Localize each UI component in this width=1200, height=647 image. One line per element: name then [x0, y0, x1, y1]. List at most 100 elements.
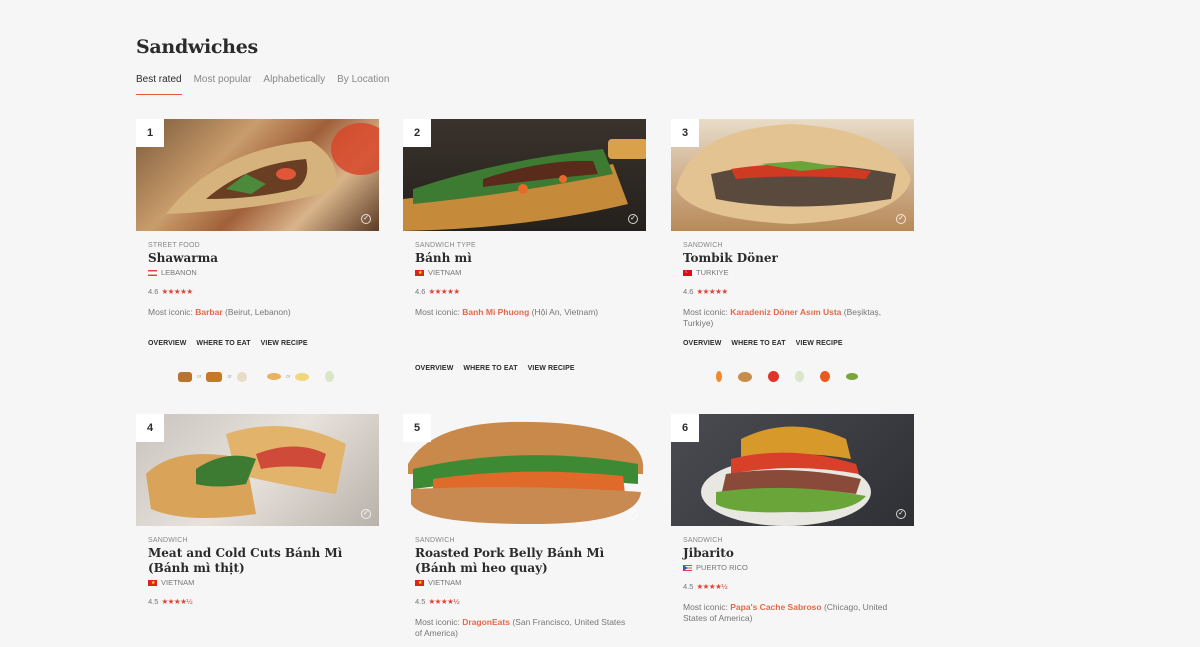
view-recipe-link[interactable]: VIEW RECIPE	[796, 340, 843, 347]
pickle-icon[interactable]	[846, 373, 858, 380]
check-icon[interactable]: ✓	[361, 509, 371, 519]
overview-link[interactable]: OVERVIEW	[683, 340, 721, 347]
jibarito-illustration	[701, 426, 871, 526]
page-title: Sandwiches	[136, 36, 258, 58]
tab-alphabetically[interactable]: Alphabetically	[263, 74, 325, 95]
dish-name[interactable]: Roasted Pork Belly Bánh Mì (Bánh mì heo …	[415, 546, 634, 576]
dish-country: ★ VIETNAM	[415, 578, 634, 587]
check-icon[interactable]: ✓	[628, 509, 638, 519]
chicken-icon[interactable]	[236, 371, 247, 382]
check-icon[interactable]: ✓	[628, 214, 638, 224]
dish-name[interactable]: Tombik Döner	[683, 251, 902, 266]
country-label: TURKIYE	[696, 268, 729, 277]
most-iconic-place-link[interactable]: Papa's Cache Sabroso	[730, 602, 821, 612]
rank-badge: 1	[136, 119, 164, 147]
dish-photo[interactable]: 1 ✓	[136, 119, 379, 231]
dish-name[interactable]: Meat and Cold Cuts Bánh Mì (Bánh mì thịt…	[148, 546, 367, 576]
rating-value: 4.6	[148, 287, 159, 296]
pepper-icon[interactable]	[820, 371, 830, 382]
banh-mi-illustration	[403, 139, 646, 231]
tab-best-rated[interactable]: Best rated	[136, 74, 182, 95]
most-iconic: Most iconic: Karadeniz Döner Asım Usta (…	[683, 307, 902, 328]
view-recipe-link[interactable]: VIEW RECIPE	[261, 340, 308, 347]
garlic-icon[interactable]	[325, 371, 335, 382]
dish-photo[interactable]: 4 ✓	[136, 414, 379, 526]
country-label: VIETNAM	[428, 578, 462, 587]
most-iconic: Most iconic: DragonEats (San Francisco, …	[415, 617, 634, 638]
overview-link[interactable]: OVERVIEW	[148, 340, 186, 347]
check-icon[interactable]: ✓	[896, 214, 906, 224]
rating-value: 4.5	[148, 597, 159, 606]
lamb-icon[interactable]	[206, 371, 223, 382]
check-icon[interactable]: ✓	[896, 509, 906, 519]
most-iconic-place-link[interactable]: DragonEats	[462, 617, 510, 627]
rating-value: 4.6	[683, 287, 694, 296]
star-rating-icon: ★★★★½	[428, 597, 460, 606]
dish-rating: 4.5 ★★★★½	[683, 582, 902, 591]
rating-value: 4.5	[415, 597, 426, 606]
most-iconic-label: Most iconic:	[415, 617, 460, 627]
doner-illustration	[676, 124, 911, 224]
pita-icon[interactable]	[295, 372, 310, 381]
dish-name[interactable]: Jibarito	[683, 546, 902, 561]
lebanon-flag-icon	[148, 269, 157, 276]
dish-rating: 4.6 ★★★★★	[148, 287, 367, 296]
most-iconic-location: (Hội An, Vietnam)	[531, 307, 599, 317]
overview-link[interactable]: OVERVIEW	[415, 365, 453, 372]
most-iconic-place-link[interactable]: Barbar	[195, 307, 222, 317]
card-links: OVERVIEW WHERE TO EAT VIEW RECIPE	[148, 340, 367, 347]
most-iconic: Most iconic: Papa's Cache Sabroso (Chica…	[683, 602, 902, 623]
dish-photo[interactable]: 6 ✓	[671, 414, 914, 526]
most-iconic: Most iconic: Banh Mi Phuong (Hội An, Vie…	[415, 307, 634, 318]
or-label: or	[285, 373, 291, 380]
most-iconic-place-link[interactable]: Karadeniz Döner Asım Usta	[730, 307, 841, 317]
most-iconic-label: Most iconic:	[683, 307, 728, 317]
dish-name[interactable]: Shawarma	[148, 251, 367, 266]
carrot-icon[interactable]	[716, 371, 722, 382]
dish-category: SANDWICH	[683, 242, 723, 249]
most-iconic-place-link[interactable]: Banh Mi Phuong	[462, 307, 529, 317]
tomato-icon[interactable]	[768, 371, 779, 382]
most-iconic-label: Most iconic:	[148, 307, 193, 317]
beef-icon[interactable]	[178, 371, 192, 382]
most-iconic-location: (Beirut, Lebanon)	[225, 307, 291, 317]
garlic-icon[interactable]	[795, 371, 804, 382]
dish-photo[interactable]: 3 ✓	[671, 119, 914, 231]
check-icon[interactable]: ✓	[361, 214, 371, 224]
country-label: VIETNAM	[428, 268, 462, 277]
dish-photo[interactable]: 2 ✓	[403, 119, 646, 231]
star-rating-icon: ★★★★½	[161, 597, 193, 606]
shawarma-illustration	[166, 123, 379, 214]
star-rating-icon: ★★★★★	[428, 287, 460, 296]
puerto-rico-flag-icon	[683, 564, 692, 571]
dish-rating: 4.6 ★★★★★	[683, 287, 902, 296]
tab-by-location[interactable]: By Location	[337, 74, 389, 95]
or-label: or	[227, 373, 232, 380]
bread-icon[interactable]	[738, 371, 752, 382]
rank-badge: 3	[671, 119, 699, 147]
tab-most-popular[interactable]: Most popular	[194, 74, 252, 95]
where-to-eat-link[interactable]: WHERE TO EAT	[731, 340, 785, 347]
most-iconic-label: Most iconic:	[683, 602, 728, 612]
rating-value: 4.6	[415, 287, 426, 296]
where-to-eat-link[interactable]: WHERE TO EAT	[463, 365, 517, 372]
vietnam-flag-icon: ★	[148, 579, 157, 586]
dish-country: ★ VIETNAM	[415, 268, 634, 277]
vietnam-flag-icon: ★	[415, 269, 424, 276]
dish-photo[interactable]: 5 ✓	[403, 414, 646, 526]
dish-rating: 4.5 ★★★★½	[148, 597, 367, 606]
where-to-eat-link[interactable]: WHERE TO EAT	[196, 340, 250, 347]
or-label: or	[197, 373, 202, 380]
dish-rating: 4.6 ★★★★★	[415, 287, 634, 296]
flatbread-icon[interactable]	[266, 373, 281, 380]
view-recipe-link[interactable]: VIEW RECIPE	[528, 365, 575, 372]
country-label: PUERTO RICO	[696, 563, 748, 572]
most-iconic-label: Most iconic:	[415, 307, 460, 317]
dish-name[interactable]: Bánh mì	[415, 251, 634, 266]
dish-card: 3 ✓ SANDWICH Tombik Döner ☾ TURKIYE 4.6 …	[671, 119, 914, 382]
dish-category: SANDWICH	[415, 537, 455, 544]
card-links: OVERVIEW WHERE TO EAT VIEW RECIPE	[683, 340, 902, 347]
dish-rating: 4.5 ★★★★½	[415, 597, 634, 606]
dish-country: PUERTO RICO	[683, 563, 902, 572]
dish-card: 6 ✓ SANDWICH Jibarito PUERTO RICO 4.5 ★★…	[671, 414, 914, 623]
